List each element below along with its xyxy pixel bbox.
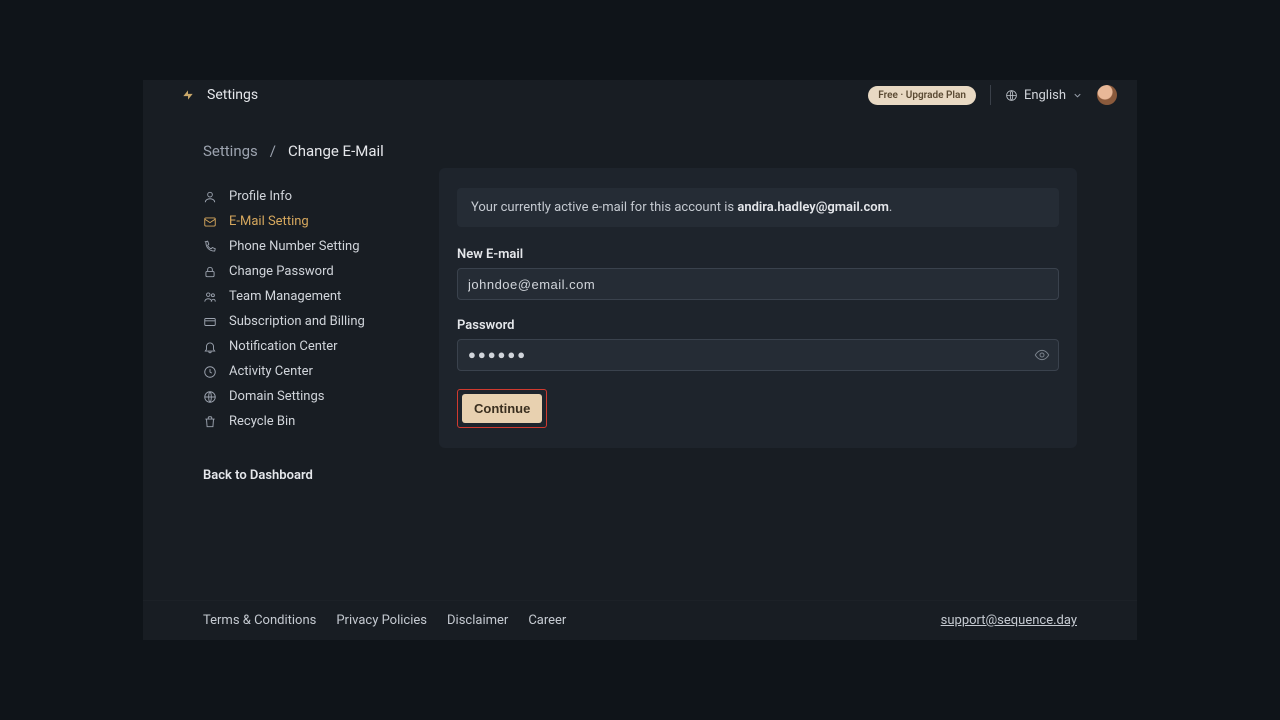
eye-icon[interactable] [1034,347,1050,363]
user-icon [203,190,217,204]
sidebar-item-label: Profile Info [229,189,292,204]
language-selector[interactable]: English [1005,88,1083,103]
header: Settings Free · Upgrade Plan English [143,80,1137,110]
upgrade-plan-pill[interactable]: Free · Upgrade Plan [868,86,976,105]
continue-highlight: Continue [457,389,547,428]
footer-link-career[interactable]: Career [528,613,566,628]
trash-icon [203,415,217,429]
avatar[interactable] [1097,85,1117,105]
footer-link-privacy[interactable]: Privacy Policies [336,613,427,628]
card-icon [203,315,217,329]
globe-icon [1005,89,1018,102]
sidebar-item-notification-center[interactable]: Notification Center [203,334,439,359]
language-label: English [1024,88,1066,103]
footer-link-disclaimer[interactable]: Disclaimer [447,613,508,628]
sidebar-item-domain-settings[interactable]: Domain Settings [203,384,439,409]
footer-link-terms[interactable]: Terms & Conditions [203,613,316,628]
sidebar-item-phone-number[interactable]: Phone Number Setting [203,234,439,259]
back-to-dashboard-link[interactable]: Back to Dashboard [203,468,439,483]
globe-icon [203,390,217,404]
support-email-link[interactable]: support@sequence.day [941,613,1077,628]
sidebar-item-subscription-billing[interactable]: Subscription and Billing [203,309,439,334]
change-email-card: Your currently active e-mail for this ac… [439,168,1077,448]
banner-suffix: . [889,200,892,215]
sidebar-item-change-password[interactable]: Change Password [203,259,439,284]
password-field: Password ●●●●●● [457,318,1059,371]
settings-nav: Profile Info E-Mail Setting Phone Number… [203,184,439,434]
continue-button[interactable]: Continue [462,394,542,423]
breadcrumb-current: Change E-Mail [288,142,384,160]
banner-email: andira.hadley@gmail.com [737,200,889,215]
new-email-input-wrap[interactable] [457,268,1059,300]
breadcrumb-root[interactable]: Settings [203,142,258,160]
sidebar-item-email-setting[interactable]: E-Mail Setting [203,209,439,234]
sidebar-item-label: Phone Number Setting [229,239,360,254]
password-label: Password [457,318,1059,333]
sidebar-item-label: Team Management [229,289,341,304]
header-left: Settings [181,87,258,103]
divider [990,85,991,105]
sidebar-item-activity-center[interactable]: Activity Center [203,359,439,384]
logo-icon [181,88,195,102]
sidebar-item-profile-info[interactable]: Profile Info [203,184,439,209]
sidebar-item-label: Activity Center [229,364,313,379]
activity-icon [203,365,217,379]
new-email-input[interactable] [468,277,1048,292]
left-column: Settings / Change E-Mail Profile Info E-… [203,142,439,600]
chevron-down-icon [1072,90,1083,101]
sidebar-item-label: Notification Center [229,339,338,354]
header-right: Free · Upgrade Plan English [868,85,1117,105]
sidebar-item-label: Subscription and Billing [229,314,365,329]
new-email-label: New E-mail [457,247,1059,262]
bell-icon [203,340,217,354]
sidebar-item-label: Domain Settings [229,389,324,404]
phone-icon [203,240,217,254]
sidebar-item-label: Recycle Bin [229,414,295,429]
current-email-banner: Your currently active e-mail for this ac… [457,188,1059,227]
banner-prefix: Your currently active e-mail for this ac… [471,200,737,215]
breadcrumb-sep: / [270,142,276,160]
sidebar-item-label: E-Mail Setting [229,214,309,229]
new-email-field: New E-mail [457,247,1059,300]
mail-icon [203,215,217,229]
footer-links: Terms & Conditions Privacy Policies Disc… [203,613,566,628]
sidebar-item-label: Change Password [229,264,334,279]
body: Settings / Change E-Mail Profile Info E-… [143,110,1137,600]
footer: Terms & Conditions Privacy Policies Disc… [143,600,1137,640]
password-input-wrap[interactable]: ●●●●●● [457,339,1059,371]
header-title: Settings [207,87,258,103]
lock-icon [203,265,217,279]
sidebar-item-team-management[interactable]: Team Management [203,284,439,309]
app-shell: Settings Free · Upgrade Plan English Set… [143,80,1137,640]
users-icon [203,290,217,304]
sidebar-item-recycle-bin[interactable]: Recycle Bin [203,409,439,434]
password-input[interactable]: ●●●●●● [468,347,527,363]
breadcrumb: Settings / Change E-Mail [203,142,439,160]
